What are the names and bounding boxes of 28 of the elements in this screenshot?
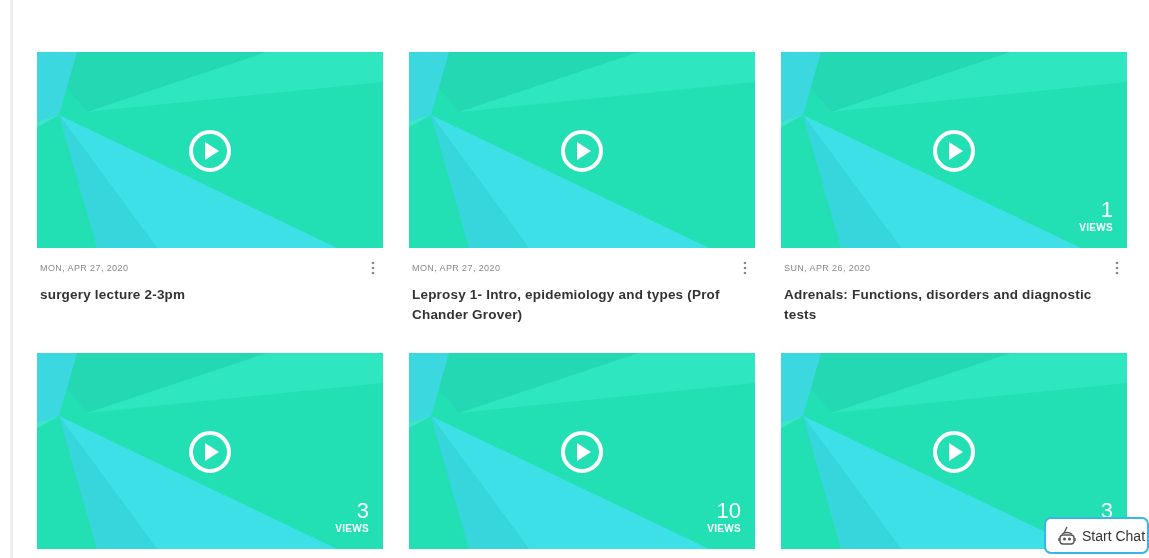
start-chat-button[interactable]: Start Chat [1044, 517, 1149, 554]
video-thumbnail[interactable] [37, 353, 383, 549]
play-icon[interactable] [932, 430, 976, 474]
views-label: VIEWS [707, 523, 741, 535]
video-thumbnail[interactable] [37, 52, 383, 248]
play-icon[interactable] [560, 129, 604, 173]
play-icon[interactable] [932, 129, 976, 173]
more-options-icon[interactable] [1115, 261, 1119, 275]
video-thumbnail[interactable] [409, 353, 755, 549]
play-icon[interactable] [560, 430, 604, 474]
view-count: 1 [1100, 198, 1113, 222]
video-title[interactable]: Leprosy 1- Intro, epidemiology and types (Prof Chander Grover) [412, 285, 747, 325]
play-icon[interactable] [188, 129, 232, 173]
more-options-icon[interactable] [371, 261, 375, 275]
video-date: MON, APR 27, 2020 [40, 263, 129, 273]
video-title[interactable]: surgery lecture 2-3pm [40, 285, 375, 305]
play-icon[interactable] [188, 430, 232, 474]
video-date: MON, APR 27, 2020 [412, 263, 501, 273]
more-options-icon[interactable] [743, 261, 747, 275]
video-thumbnail[interactable] [409, 52, 755, 248]
video-title[interactable]: Adrenals: Functions, disorders and diagnostic tests [784, 285, 1119, 325]
view-count: 3 [356, 499, 369, 523]
video-thumbnail[interactable] [781, 52, 1127, 248]
views-label: VIEWS [335, 523, 369, 535]
robot-icon [1058, 525, 1076, 546]
video-date: SUN, APR 26, 2020 [784, 263, 871, 273]
view-count: 10 [716, 499, 741, 523]
views-label: VIEWS [1079, 222, 1113, 234]
